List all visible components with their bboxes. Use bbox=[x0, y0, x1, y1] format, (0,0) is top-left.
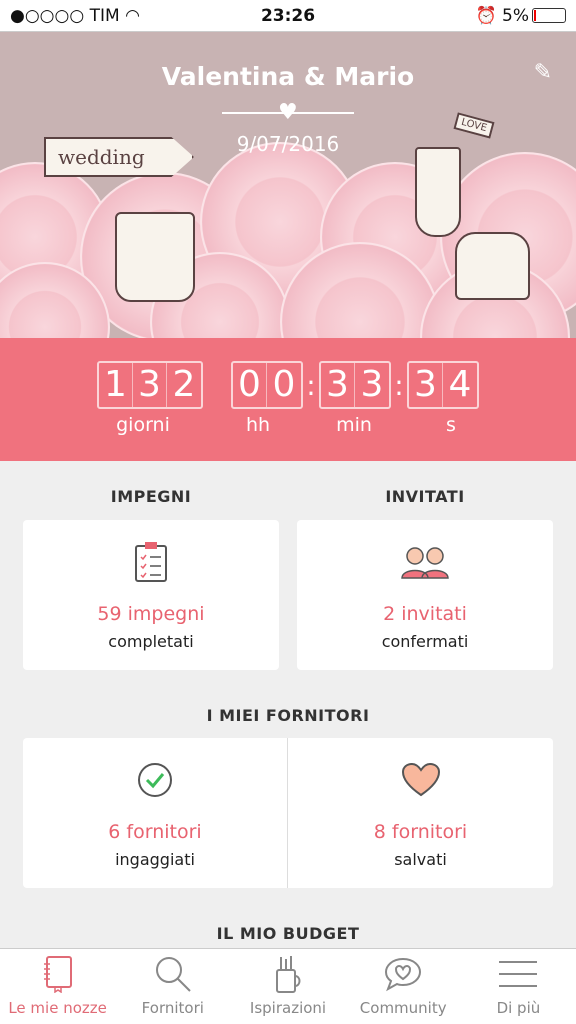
days-label: giorni bbox=[116, 414, 170, 436]
minutes-label: min bbox=[336, 414, 372, 436]
tab-label: Fornitori bbox=[141, 999, 204, 1017]
tab-le-mie-nozze[interactable]: Le mie nozze bbox=[0, 949, 115, 1024]
invitati-card[interactable]: 2 invitati confermati bbox=[297, 520, 553, 670]
guests-icon bbox=[297, 540, 553, 584]
digit: 1 bbox=[99, 363, 133, 407]
engaged-count: 6 fornitori bbox=[108, 821, 202, 843]
impegni-count: 59 impegni bbox=[97, 603, 205, 625]
menu-icon bbox=[461, 949, 576, 999]
countdown: 132 00 : 33 : 34 giorni hh min s bbox=[0, 338, 576, 461]
digit: 3 bbox=[409, 363, 443, 407]
cupcake-illustration bbox=[115, 212, 195, 302]
digit: 3 bbox=[321, 363, 355, 407]
fornitori-title: I MIEI FORNITORI bbox=[206, 706, 370, 725]
carrier: TIM bbox=[89, 5, 120, 26]
impegni-title: IMPEGNI bbox=[110, 487, 192, 506]
carrier-info: ●○○○○ TIM ◠ bbox=[10, 6, 140, 26]
battery-info: ⏰ 5% bbox=[475, 6, 566, 26]
tab-label: Ispirazioni bbox=[249, 999, 327, 1017]
wedding-header: wedding LOVE Valentina & Mario ♥ 9/07/20… bbox=[0, 32, 576, 338]
digit: 0 bbox=[233, 363, 267, 407]
cupcake-illustration bbox=[455, 232, 530, 300]
fornitori-engaged[interactable]: 6 fornitori ingaggiati bbox=[23, 738, 287, 888]
fornitori-saved[interactable]: 8 fornitori salvati bbox=[288, 738, 553, 888]
tab-label: Le mie nozze bbox=[8, 999, 107, 1017]
invitati-title: INVITATI bbox=[385, 487, 465, 506]
tab-label: Community bbox=[359, 999, 447, 1017]
clipboard-checklist-icon bbox=[23, 540, 279, 584]
digit: 4 bbox=[448, 364, 472, 405]
tab-bar: Le mie nozze Fornitori Ispirazioni Commu… bbox=[0, 948, 576, 1024]
seconds-label: s bbox=[446, 414, 456, 436]
saved-sub: salvati bbox=[394, 850, 447, 869]
hours-label: hh bbox=[245, 414, 271, 436]
tab-ispirazioni[interactable]: Ispirazioni bbox=[230, 949, 345, 1024]
status-bar: ●○○○○ TIM ◠ 23:26 ⏰ 5% bbox=[0, 0, 576, 32]
days-digits: 132 bbox=[97, 361, 203, 409]
digit: 3 bbox=[360, 364, 384, 405]
battery-percent: 5% bbox=[502, 5, 529, 26]
notebook-icon bbox=[0, 949, 115, 999]
impegni-card[interactable]: 59 impegni completati bbox=[23, 520, 279, 670]
check-circle-icon bbox=[23, 758, 287, 802]
heart-icon bbox=[288, 758, 553, 802]
saved-count: 8 fornitori bbox=[373, 821, 468, 843]
heart-icon: ♥ bbox=[278, 100, 298, 125]
digit: 0 bbox=[272, 364, 296, 405]
fornitori-card: 6 fornitori ingaggiati 8 fornitori salva… bbox=[23, 738, 553, 888]
couple-names: Valentina & Mario bbox=[161, 62, 415, 91]
battery-icon bbox=[532, 8, 566, 23]
hours-digits: 00 bbox=[231, 361, 303, 409]
tab-community[interactable]: Community bbox=[346, 949, 461, 1024]
edit-pencil-icon[interactable]: ✎ bbox=[534, 60, 552, 85]
glass-illustration bbox=[415, 147, 461, 237]
budget-title: IL MIO BUDGET bbox=[216, 924, 360, 943]
minutes-digits: 33 bbox=[319, 361, 391, 409]
engaged-sub: ingaggiati bbox=[115, 850, 195, 869]
tab-fornitori[interactable]: Fornitori bbox=[115, 949, 230, 1024]
digit: 2 bbox=[172, 364, 196, 405]
invitati-sub: confermati bbox=[381, 632, 469, 651]
signal-icon: ●○○○○ bbox=[10, 5, 85, 26]
invitati-count: 2 invitati bbox=[383, 603, 467, 625]
tab-di-piu[interactable]: Di più bbox=[461, 949, 576, 1024]
colon-separator: : bbox=[306, 368, 316, 402]
alarm-icon: ⏰ bbox=[475, 5, 497, 26]
wifi-icon: ◠ bbox=[125, 5, 140, 26]
pencil-cup-icon bbox=[230, 949, 345, 999]
heart-divider: ♥ bbox=[222, 100, 354, 125]
digit: 3 bbox=[133, 363, 167, 407]
wedding-date: 9/07/2016 bbox=[236, 132, 340, 156]
seconds-digits: 34 bbox=[407, 361, 479, 409]
colon-separator: : bbox=[394, 368, 404, 402]
impegni-sub: completati bbox=[108, 632, 194, 651]
tab-label: Di più bbox=[496, 999, 541, 1017]
speech-heart-icon bbox=[346, 949, 461, 999]
search-icon bbox=[115, 949, 230, 999]
